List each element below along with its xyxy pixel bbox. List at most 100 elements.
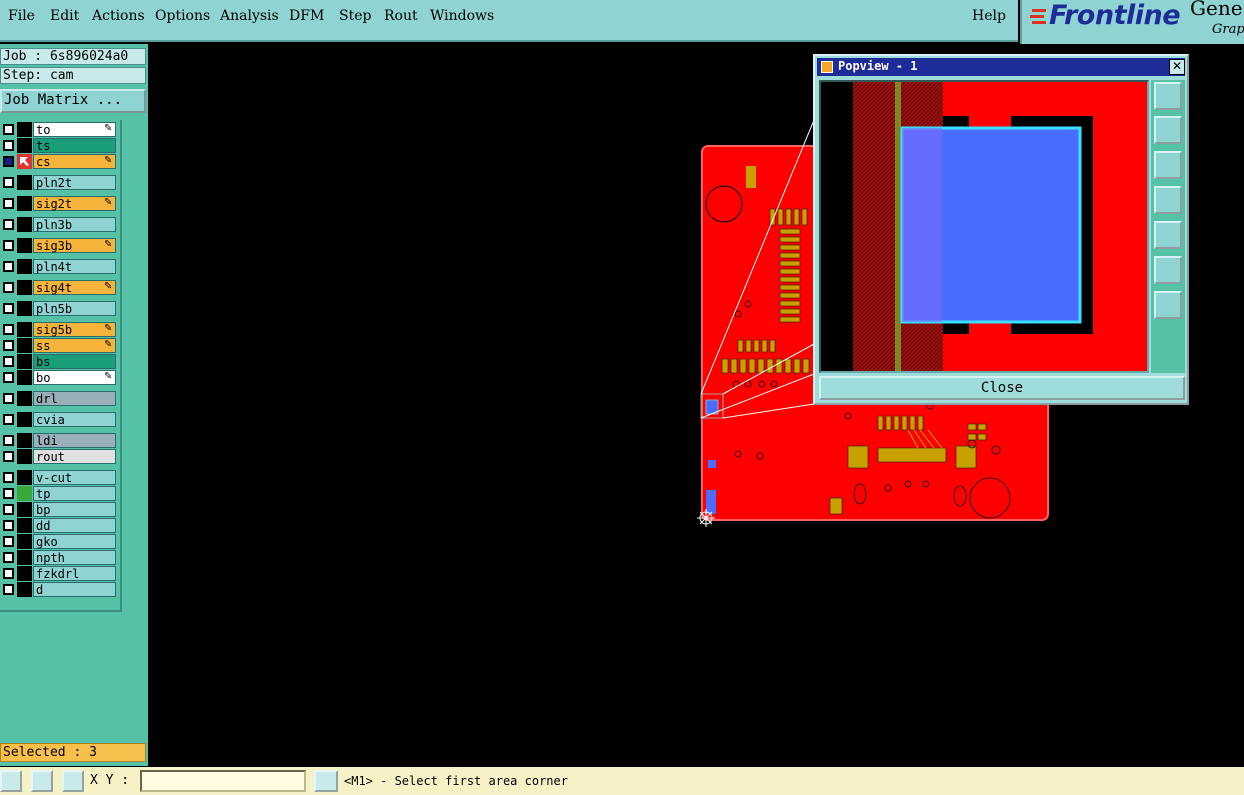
layer-row-pln2t[interactable]: pln2t [0, 175, 118, 190]
layer-checkbox[interactable] [3, 340, 14, 351]
layer-color-swatch[interactable] [17, 486, 32, 501]
layer-color-swatch[interactable] [17, 122, 32, 137]
layer-checkbox[interactable] [3, 198, 14, 209]
layer-name[interactable]: gko [33, 534, 116, 549]
popview-zoom-view[interactable] [819, 80, 1149, 373]
layer-checkbox[interactable] [3, 261, 14, 272]
layer-name[interactable]: pln5b [33, 301, 116, 316]
layer-checkbox[interactable] [3, 177, 14, 188]
menu-options[interactable]: Options [155, 8, 210, 24]
menu-file[interactable]: File [8, 8, 35, 24]
layer-name[interactable]: fzkdrl [33, 566, 116, 581]
layer-color-swatch[interactable] [17, 175, 32, 190]
layer-checkbox[interactable] [3, 552, 14, 563]
layer-name[interactable]: pln3b [33, 217, 116, 232]
layer-color-swatch[interactable] [17, 322, 32, 337]
popview-titlebar[interactable]: Popview - 1 ✕ [817, 58, 1185, 76]
layer-color-swatch[interactable] [17, 566, 32, 581]
menu-windows[interactable]: Windows [430, 8, 494, 24]
menu-analysis[interactable]: Analysis [220, 8, 279, 24]
layer-row-pln5b[interactable]: pln5b [0, 301, 118, 316]
layer-checkbox[interactable] [3, 356, 14, 367]
layer-row-dd[interactable]: dd [0, 518, 118, 533]
layer-checkbox[interactable] [3, 282, 14, 293]
layer-row-ss[interactable]: ss ✎ [0, 338, 118, 353]
layer-color-swatch[interactable] [17, 238, 32, 253]
layer-color-swatch[interactable] [17, 338, 32, 353]
layer-color-swatch[interactable] [17, 582, 32, 597]
layer-checkbox[interactable] [3, 504, 14, 515]
layer-name[interactable]: rout [33, 449, 116, 464]
work-layer-arrow-icon[interactable] [17, 154, 32, 169]
layer-checkbox[interactable] [3, 140, 14, 151]
menu-edit[interactable]: Edit [50, 8, 79, 24]
menu-rout[interactable]: Rout [384, 8, 418, 24]
layer-name[interactable]: bs [33, 354, 116, 369]
layer-row-ldi[interactable]: ldi [0, 433, 118, 448]
layer-row-npth[interactable]: npth [0, 550, 118, 565]
layer-row-tp[interactable]: tp [0, 486, 118, 501]
window-menu-icon[interactable] [821, 61, 833, 73]
layer-checkbox[interactable] [3, 414, 14, 425]
layer-color-swatch[interactable] [17, 280, 32, 295]
layer-name[interactable]: ts [33, 138, 116, 153]
layer-row-pln4t[interactable]: pln4t [0, 259, 118, 274]
zoom-in-icon[interactable] [1154, 256, 1182, 284]
layer-row-rout[interactable]: rout [0, 449, 118, 464]
layer-row-bp[interactable]: bp [0, 502, 118, 517]
layer-name[interactable]: tp [33, 486, 116, 501]
layer-row-sig3b[interactable]: sig3b ✎ [0, 238, 118, 253]
layer-checkbox[interactable] [3, 372, 14, 383]
layer-row-to[interactable]: to ✎ [0, 122, 118, 137]
layer-row-sig4t[interactable]: sig4t ✎ [0, 280, 118, 295]
layer-color-swatch[interactable] [17, 412, 32, 427]
layer-color-swatch[interactable] [17, 534, 32, 549]
zoom-reset-icon[interactable] [1154, 82, 1182, 110]
layer-row-sig2t[interactable]: sig2t ✎ [0, 196, 118, 211]
layer-name[interactable]: bp [33, 502, 116, 517]
layer-row-ts[interactable]: ts [0, 138, 118, 153]
layer-name[interactable]: dd [33, 518, 116, 533]
xy-input[interactable] [140, 770, 306, 792]
layer-checkbox[interactable] [3, 324, 14, 335]
menu-step[interactable]: Step [339, 8, 371, 24]
layer-row-v-cut[interactable]: v-cut [0, 470, 118, 485]
layer-color-swatch[interactable] [17, 433, 32, 448]
layer-checkbox[interactable] [3, 156, 14, 167]
layer-color-swatch[interactable] [17, 259, 32, 274]
layer-color-swatch[interactable] [17, 518, 32, 533]
job-matrix-button[interactable]: Job Matrix ... [0, 89, 146, 113]
pan-left-icon[interactable] [1154, 186, 1182, 214]
layer-color-swatch[interactable] [17, 138, 32, 153]
layer-row-cs[interactable]: cs ✎ [0, 154, 118, 169]
layer-checkbox[interactable] [3, 451, 14, 462]
layer-color-swatch[interactable] [17, 550, 32, 565]
layer-color-swatch[interactable] [17, 301, 32, 316]
layer-name[interactable]: ldi [33, 433, 116, 448]
layer-row-bo[interactable]: bo ✎ [0, 370, 118, 385]
layer-name[interactable]: cvia [33, 412, 116, 427]
layer-checkbox[interactable] [3, 219, 14, 230]
alert-icon[interactable] [314, 770, 338, 792]
layer-checkbox[interactable] [3, 520, 14, 531]
layer-checkbox[interactable] [3, 240, 14, 251]
layer-row-gko[interactable]: gko [0, 534, 118, 549]
layer-checkbox[interactable] [3, 568, 14, 579]
layer-row-d[interactable]: d [0, 582, 118, 597]
layer-name[interactable]: v-cut [33, 470, 116, 485]
menu-actions[interactable]: Actions [92, 8, 145, 24]
layer-name[interactable]: d [33, 582, 116, 597]
layer-name[interactable]: pln2t [33, 175, 116, 190]
layer-row-cvia[interactable]: cvia [0, 412, 118, 427]
layer-checkbox[interactable] [3, 536, 14, 547]
layer-row-bs[interactable]: bs [0, 354, 118, 369]
grid-icon[interactable] [62, 770, 84, 792]
popview-close-button[interactable]: Close [819, 376, 1185, 400]
pan-down-icon[interactable] [1154, 151, 1182, 179]
layer-checkbox[interactable] [3, 472, 14, 483]
layer-color-swatch[interactable] [17, 370, 32, 385]
layer-checkbox[interactable] [3, 124, 14, 135]
layer-color-swatch[interactable] [17, 470, 32, 485]
layer-row-sig5b[interactable]: sig5b ✎ [0, 322, 118, 337]
layer-color-swatch[interactable] [17, 449, 32, 464]
